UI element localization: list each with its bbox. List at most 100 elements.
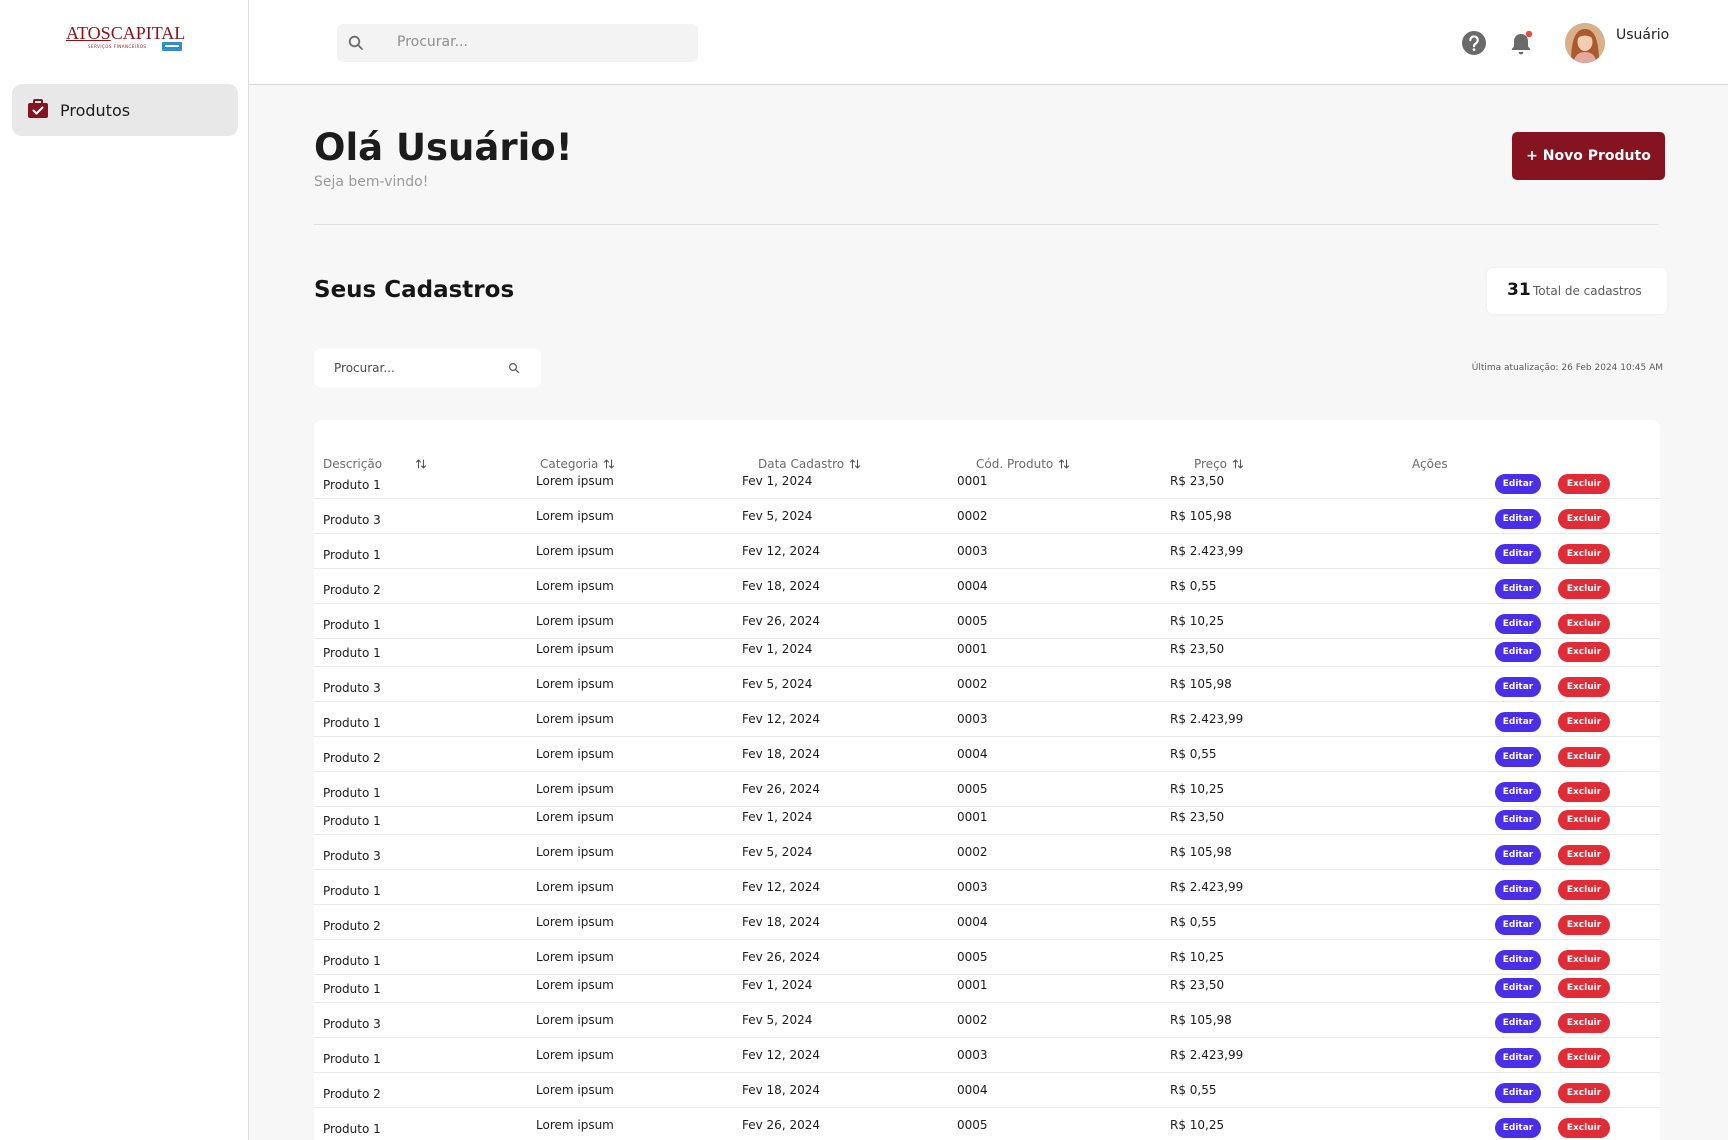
cell-descricao: Produto 1 (323, 618, 381, 632)
page-subtitle: Seja bem-vindo! (314, 174, 429, 190)
cell-cod-produto: 0002 (957, 509, 988, 523)
cell-data-cadastro: Fev 1, 2024 (742, 642, 813, 656)
atos-capital-logo[interactable]: ATOSCAPITAL SERVIÇOS FINANCEIROS (66, 24, 185, 60)
cell-data-cadastro: Fev 18, 2024 (742, 747, 820, 761)
delete-button[interactable]: Excluir (1558, 614, 1610, 634)
table-row: Produto 2 Lorem ipsum Fev 18, 2024 0004 R$ 0… (314, 569, 1660, 604)
cell-descricao: Produto 1 (323, 646, 381, 660)
new-product-button[interactable]: + Novo Produto (1512, 132, 1665, 180)
edit-button[interactable]: Editar (1495, 1118, 1541, 1138)
cell-descricao: Produto 2 (323, 751, 381, 765)
cell-descricao: Produto 2 (323, 583, 381, 597)
table-row: Produto 1 Lorem ipsum Fev 12, 2024 0003 R$ 2… (314, 702, 1660, 737)
delete-button[interactable]: Excluir (1558, 544, 1610, 564)
cell-categoria: Lorem ipsum (536, 509, 614, 523)
logo-mark-icon (162, 42, 182, 51)
delete-button[interactable]: Excluir (1558, 474, 1610, 494)
edit-button[interactable]: Editar (1495, 950, 1541, 970)
global-search-input[interactable]: Procurar... (337, 24, 698, 62)
delete-button[interactable]: Excluir (1558, 1048, 1610, 1068)
cell-cod-produto: 0005 (957, 1118, 988, 1132)
delete-button[interactable]: Excluir (1558, 579, 1610, 599)
user-name[interactable]: Usuário (1616, 27, 1669, 43)
notification-bell-icon[interactable] (1509, 29, 1535, 57)
edit-button[interactable]: Editar (1495, 782, 1541, 802)
table-row: Produto 3 Lorem ipsum Fev 5, 2024 0002 R$ 10… (314, 667, 1660, 702)
edit-button[interactable]: Editar (1495, 1048, 1541, 1068)
delete-button[interactable]: Excluir (1558, 978, 1610, 998)
edit-button[interactable]: Editar (1495, 579, 1541, 599)
delete-button[interactable]: Excluir (1558, 1118, 1610, 1138)
cell-data-cadastro: Fev 5, 2024 (742, 677, 813, 691)
search-icon (348, 35, 363, 50)
edit-button[interactable]: Editar (1495, 677, 1541, 697)
delete-button[interactable]: Excluir (1558, 950, 1610, 970)
cell-cod-produto: 0004 (957, 579, 988, 593)
edit-button[interactable]: Editar (1495, 915, 1541, 935)
cell-categoria: Lorem ipsum (536, 579, 614, 593)
delete-button[interactable]: Excluir (1558, 782, 1610, 802)
cell-cod-produto: 0005 (957, 782, 988, 796)
cell-descricao: Produto 1 (323, 478, 381, 492)
cell-cod-produto: 0002 (957, 845, 988, 859)
table-row: Produto 1 Lorem ipsum Fev 26, 2024 0005 R$ 1… (314, 1108, 1660, 1140)
edit-button[interactable]: Editar (1495, 474, 1541, 494)
edit-button[interactable]: Editar (1495, 642, 1541, 662)
cell-descricao: Produto 1 (323, 884, 381, 898)
cell-categoria: Lorem ipsum (536, 845, 614, 859)
logo-wordmark: ATOSCAPITAL (66, 24, 185, 42)
delete-button[interactable]: Excluir (1558, 845, 1610, 865)
cell-preco: R$ 105,98 (1170, 509, 1232, 523)
edit-button[interactable]: Editar (1495, 880, 1541, 900)
cell-preco: R$ 105,98 (1170, 1013, 1232, 1027)
cell-preco: R$ 10,25 (1170, 614, 1225, 628)
help-icon[interactable] (1461, 30, 1487, 56)
edit-button[interactable]: Editar (1495, 1083, 1541, 1103)
cell-preco: R$ 105,98 (1170, 845, 1232, 859)
delete-button[interactable]: Excluir (1558, 1013, 1610, 1033)
cell-preco: R$ 23,50 (1170, 474, 1225, 488)
cell-descricao: Produto 1 (323, 548, 381, 562)
delete-button[interactable]: Excluir (1558, 712, 1610, 732)
cell-data-cadastro: Fev 12, 2024 (742, 1048, 820, 1062)
delete-button[interactable]: Excluir (1558, 810, 1610, 830)
avatar[interactable] (1565, 23, 1605, 63)
notification-dot (1525, 30, 1533, 38)
delete-button[interactable]: Excluir (1558, 915, 1610, 935)
edit-button[interactable]: Editar (1495, 810, 1541, 830)
cell-descricao: Produto 1 (323, 982, 381, 996)
cell-preco: R$ 2.423,99 (1170, 544, 1244, 558)
edit-button[interactable]: Editar (1495, 845, 1541, 865)
sidebar-item-produtos[interactable]: Produtos (12, 84, 238, 136)
cell-preco: R$ 0,55 (1170, 747, 1217, 761)
delete-button[interactable]: Excluir (1558, 747, 1610, 767)
edit-button[interactable]: Editar (1495, 544, 1541, 564)
cell-categoria: Lorem ipsum (536, 915, 614, 929)
edit-button[interactable]: Editar (1495, 712, 1541, 732)
edit-button[interactable]: Editar (1495, 614, 1541, 634)
delete-button[interactable]: Excluir (1558, 880, 1610, 900)
cell-categoria: Lorem ipsum (536, 978, 614, 992)
cell-categoria: Lorem ipsum (536, 642, 614, 656)
cell-preco: R$ 2.423,99 (1170, 1048, 1244, 1062)
cell-descricao: Produto 2 (323, 1087, 381, 1101)
cell-cod-produto: 0002 (957, 677, 988, 691)
cell-cod-produto: 0003 (957, 880, 988, 894)
edit-button[interactable]: Editar (1495, 747, 1541, 767)
edit-button[interactable]: Editar (1495, 1013, 1541, 1033)
cell-data-cadastro: Fev 1, 2024 (742, 474, 813, 488)
edit-button[interactable]: Editar (1495, 978, 1541, 998)
cell-data-cadastro: Fev 26, 2024 (742, 614, 820, 628)
cell-categoria: Lorem ipsum (536, 712, 614, 726)
cell-descricao: Produto 1 (323, 716, 381, 730)
delete-button[interactable]: Excluir (1558, 677, 1610, 697)
cell-cod-produto: 0003 (957, 544, 988, 558)
cell-data-cadastro: Fev 12, 2024 (742, 712, 820, 726)
cell-categoria: Lorem ipsum (536, 1118, 614, 1132)
cell-preco: R$ 23,50 (1170, 642, 1225, 656)
table-search-input[interactable]: Procurar... (314, 349, 541, 387)
edit-button[interactable]: Editar (1495, 509, 1541, 529)
delete-button[interactable]: Excluir (1558, 509, 1610, 529)
delete-button[interactable]: Excluir (1558, 642, 1610, 662)
delete-button[interactable]: Excluir (1558, 1083, 1610, 1103)
